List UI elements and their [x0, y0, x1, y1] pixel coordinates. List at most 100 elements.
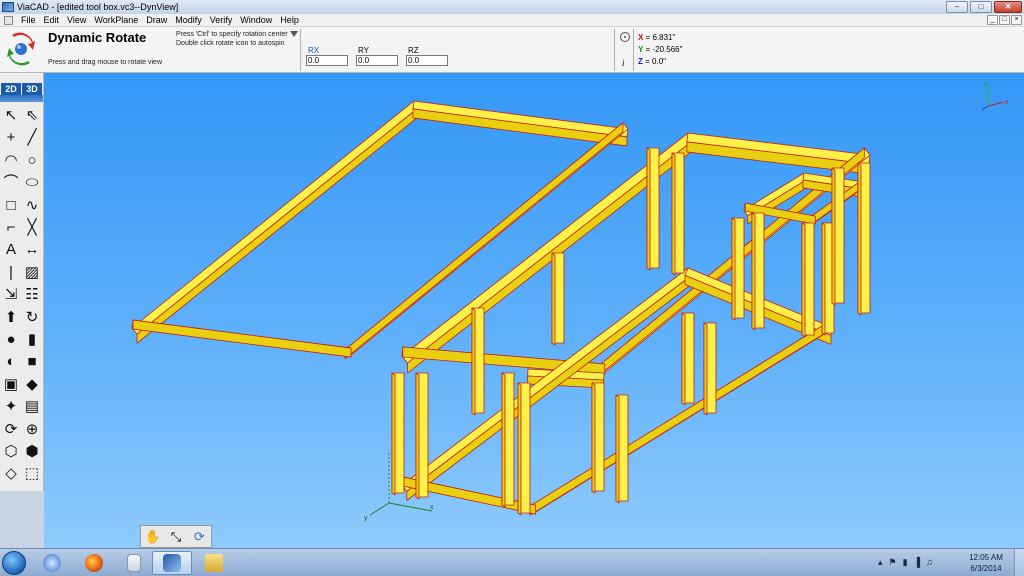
boolean-icon[interactable]: ◐: [1, 352, 21, 372]
taskbar-firefox[interactable]: [74, 551, 114, 575]
revolve-icon[interactable]: ↻: [22, 308, 42, 328]
box-bottom-beam: [529, 320, 831, 516]
taskbar-explorer[interactable]: [194, 551, 234, 575]
vertical-line-icon[interactable]: |: [1, 263, 21, 283]
tool-palette: 2D 3D ↖ ⇖ + ╱ ◠ ○ ⌒ ⬭ □ ∿ ⌐ ╳ A ↔ | ▨ ⇲ ☷ ⬆ ↻ ● ▮ ◐ ■ ▣ ◆ ✦ ▤ ⟳ ⊕ ⬡ ⬢ ◇ ⬚: [0, 73, 44, 491]
circle-icon[interactable]: ○: [22, 151, 42, 171]
zoom-window-icon[interactable]: ⤡: [167, 528, 185, 546]
box-post: [671, 152, 676, 276]
ry-input[interactable]: [356, 55, 398, 66]
viacad-app-icon[interactable]: [2, 2, 14, 12]
arc-icon[interactable]: ◠: [1, 151, 21, 171]
view-solid-icon[interactable]: ◇: [1, 464, 21, 484]
cylinder-icon[interactable]: ▮: [22, 330, 42, 350]
tray-battery-icon[interactable]: ▮: [903, 557, 908, 568]
tab-3d[interactable]: 3D: [22, 83, 42, 95]
crosshair-target-icon[interactable]: [620, 32, 630, 42]
lid-frame-beam: [132, 319, 352, 358]
zoom-icon[interactable]: ⊕: [22, 420, 42, 440]
show-desktop-button[interactable]: [1014, 549, 1024, 576]
menu-workplane[interactable]: WorkPlane: [90, 15, 142, 25]
maximize-button[interactable]: □: [970, 1, 992, 13]
box-post: [415, 372, 420, 500]
window-title: ViaCAD - [edited tool box.vc3--DynView]: [17, 2, 179, 12]
box-post: [831, 167, 836, 306]
minimize-button[interactable]: –: [946, 1, 968, 13]
menu-help[interactable]: Help: [276, 15, 303, 25]
model-canvas[interactable]: z x y x: [44, 73, 1024, 548]
trim-icon[interactable]: ╳: [22, 218, 42, 238]
sphere-icon[interactable]: ●: [1, 330, 21, 350]
axis-indicator-top-right: z x: [981, 81, 1009, 111]
info-icon[interactable]: i: [622, 58, 625, 68]
rz-label: RZ: [408, 46, 419, 55]
box-post: [821, 222, 826, 336]
inspector-dropdown-icon[interactable]: [290, 31, 298, 37]
inspector-bar: Dynamic Rotate Press and drag mouse to r…: [0, 27, 1024, 73]
rectangle-icon[interactable]: □: [1, 196, 21, 216]
box-post: [471, 307, 476, 416]
dynamic-rotate-icon[interactable]: [6, 31, 36, 67]
box-post: [501, 372, 506, 508]
fillet-icon[interactable]: ⌐: [1, 218, 21, 238]
menu-view[interactable]: View: [63, 15, 90, 25]
rz-input[interactable]: [406, 55, 448, 66]
document-icon[interactable]: [4, 15, 13, 25]
tray-expand-icon[interactable]: ▴: [878, 557, 883, 568]
select-arrow-icon[interactable]: ↖: [1, 106, 21, 126]
transform-icon[interactable]: ⇲: [1, 285, 21, 305]
box-post: [391, 372, 396, 496]
solid-icon[interactable]: ◆: [22, 375, 42, 395]
extrude-icon[interactable]: ⬆: [1, 308, 21, 328]
document-window-controls: _ □ ×: [987, 15, 1022, 25]
curve-icon[interactable]: ⌒: [1, 173, 21, 193]
menu-modify[interactable]: Modify: [171, 15, 206, 25]
doc-restore-button[interactable]: □: [999, 15, 1010, 25]
select-pointer-icon[interactable]: ⇖: [22, 106, 42, 126]
dimension-icon[interactable]: ↔: [22, 240, 42, 260]
ellipse-icon[interactable]: ⬭: [22, 173, 42, 193]
hatch-icon[interactable]: ▨: [22, 263, 42, 283]
view-front-icon[interactable]: ⬡: [1, 442, 21, 462]
taskbar-itunes[interactable]: [32, 551, 72, 575]
rx-input[interactable]: [306, 55, 348, 66]
close-button[interactable]: ✕: [994, 1, 1022, 13]
rotate-icon[interactable]: ⟳: [190, 528, 208, 546]
render-icon[interactable]: ✦: [1, 397, 21, 417]
doc-close-button[interactable]: ×: [1011, 15, 1022, 25]
shell-icon[interactable]: ▣: [1, 375, 21, 395]
taskbar-clock[interactable]: 12:05 AM 6/3/2014: [966, 552, 1006, 574]
tray-flag-icon[interactable]: ⚑: [889, 557, 897, 568]
clock-date: 6/3/2014: [970, 564, 1002, 573]
box-icon[interactable]: ■: [22, 352, 42, 372]
view-top-icon[interactable]: ⬚: [22, 464, 42, 484]
view-iso-icon[interactable]: ⬢: [22, 442, 42, 462]
3d-viewport[interactable]: z x y x: [44, 73, 1024, 548]
origin-label-y: y: [364, 515, 368, 522]
box-bottom-beam: [401, 267, 694, 492]
menu-verify[interactable]: Verify: [206, 15, 237, 25]
spline-icon[interactable]: ∿: [22, 196, 42, 216]
start-button[interactable]: [2, 551, 26, 575]
layers-icon[interactable]: ▤: [22, 397, 42, 417]
text-icon[interactable]: A: [1, 240, 21, 260]
point-icon[interactable]: +: [1, 128, 21, 148]
taskbar-viacad[interactable]: [152, 551, 192, 575]
menu-draw[interactable]: Draw: [142, 15, 171, 25]
pan-icon[interactable]: ✋: [144, 528, 162, 546]
menu-edit[interactable]: Edit: [40, 15, 64, 25]
tab-2d[interactable]: 2D: [1, 83, 21, 95]
tool-hint: Press and drag mouse to rotate view: [48, 59, 163, 66]
tray-volume-icon[interactable]: ♫: [926, 557, 933, 568]
tray-network-icon[interactable]: ▐: [914, 557, 920, 568]
rotate-view-icon[interactable]: ⟳: [1, 420, 21, 440]
doc-minimize-button[interactable]: _: [987, 15, 998, 25]
pattern-icon[interactable]: ☷: [22, 285, 42, 305]
separator: [614, 29, 615, 71]
taskbar-notepad[interactable]: [114, 551, 154, 575]
menu-file[interactable]: File: [17, 15, 40, 25]
menu-window[interactable]: Window: [236, 15, 276, 25]
taskbar: ▴ ⚑ ▮ ▐ ♫ 12:05 AM 6/3/2014: [0, 548, 1024, 576]
line-icon[interactable]: ╱: [22, 128, 42, 148]
application-window: ViaCAD - [edited tool box.vc3--DynView] …: [0, 0, 1024, 576]
